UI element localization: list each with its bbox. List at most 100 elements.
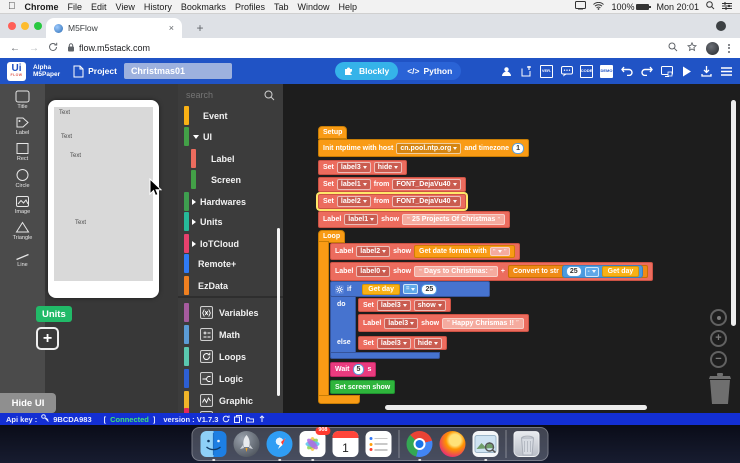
- block-label3-show[interactable]: Label label3 show “Happy Chrismas !!”: [358, 314, 529, 332]
- zoom-window-button[interactable]: [34, 22, 42, 30]
- menu-chrome[interactable]: Chrome: [25, 2, 59, 12]
- tool-circle[interactable]: Circle: [0, 165, 45, 192]
- menu-profiles[interactable]: Profiles: [235, 2, 265, 12]
- battery-indicator[interactable]: 100%: [611, 2, 649, 12]
- units-button[interactable]: Units: [36, 306, 72, 322]
- block-label1-show[interactable]: Label label1 show “25 Projects Of Christ…: [318, 211, 510, 228]
- tab-python[interactable]: </> Python: [398, 62, 461, 80]
- ntp-host-dropdown[interactable]: cn.pool.ntp.org: [396, 143, 461, 154]
- number-25[interactable]: 25: [421, 284, 437, 295]
- string-block[interactable]: “Days to Christmas:”: [414, 266, 498, 277]
- tool-title[interactable]: Title: [0, 87, 45, 113]
- device-label[interactable]: Text: [61, 134, 72, 140]
- apple-menu-icon[interactable]: : [8, 2, 16, 12]
- center-view-button[interactable]: [710, 309, 727, 326]
- tool-label[interactable]: Label: [0, 113, 45, 139]
- category-ui-screen[interactable]: Screen: [178, 170, 283, 189]
- visibility-dropdown[interactable]: hide: [414, 338, 442, 349]
- undo-icon[interactable]: [620, 65, 633, 78]
- block-label0-show[interactable]: Label label0 show “Days to Christmas:” +…: [330, 262, 653, 281]
- block-label2-show[interactable]: Label label2 show Get date format with “…: [330, 243, 520, 260]
- tab-close-icon[interactable]: ×: [169, 23, 174, 33]
- minimize-window-button[interactable]: [21, 22, 29, 30]
- share-icon[interactable]: [246, 415, 254, 423]
- category-ui[interactable]: UI: [178, 127, 283, 146]
- chrome-menu-icon[interactable]: [728, 44, 730, 53]
- zoom-out-button[interactable]: −: [710, 351, 727, 368]
- screen-mirroring-icon[interactable]: [575, 1, 586, 12]
- timezone-value[interactable]: 1: [512, 143, 524, 154]
- spotlight-icon[interactable]: [706, 1, 715, 12]
- project-name-input[interactable]: Christmas01: [124, 63, 232, 79]
- category-event[interactable]: Event: [178, 106, 283, 125]
- date-format-field[interactable]: “”: [490, 247, 510, 256]
- category-loops[interactable]: Loops: [178, 347, 283, 366]
- menu-tab[interactable]: Tab: [274, 2, 289, 12]
- reminders-icon[interactable]: [366, 431, 392, 457]
- gear-icon[interactable]: [335, 285, 344, 294]
- block-set-label3-hide2[interactable]: Set label3 hide: [358, 336, 447, 350]
- string-block[interactable]: “Happy Chrismas !!”: [442, 318, 524, 329]
- menubar-clock[interactable]: Mon 20:01: [656, 2, 699, 12]
- preview-dock-icon[interactable]: [473, 431, 499, 457]
- hamburger-menu-icon[interactable]: [720, 65, 733, 78]
- block-setup[interactable]: Setup: [318, 126, 347, 139]
- tool-rect[interactable]: Rect: [0, 139, 45, 165]
- code-view-icon[interactable]: CODE: [580, 65, 593, 78]
- tool-image[interactable]: Image: [0, 192, 45, 218]
- tool-triangle[interactable]: Triangle: [0, 218, 45, 244]
- back-icon[interactable]: ←: [10, 43, 20, 54]
- menu-window[interactable]: Window: [297, 2, 329, 12]
- photos-icon[interactable]: 908: [300, 431, 326, 457]
- hide-ui-button[interactable]: Hide UI: [0, 393, 56, 413]
- category-ezdata[interactable]: EzData: [178, 276, 283, 295]
- trash-icon[interactable]: [706, 372, 734, 411]
- project-button[interactable]: Project: [73, 65, 117, 78]
- device-screen[interactable]: Text Text Text Text: [54, 107, 153, 281]
- font-dropdown[interactable]: FONT_DejaVu40: [392, 179, 460, 190]
- run-icon[interactable]: [680, 65, 693, 78]
- category-remote[interactable]: Remote+: [178, 254, 283, 273]
- tool-line[interactable]: Line: [0, 250, 45, 271]
- font-dropdown[interactable]: FONT_DejaVu40: [392, 196, 460, 207]
- browser-tab[interactable]: M5Flow ×: [46, 18, 182, 38]
- menu-edit[interactable]: Edit: [91, 2, 107, 12]
- block-set-label3-show[interactable]: Set label3 show: [358, 298, 451, 312]
- horizontal-scrollbar[interactable]: [385, 405, 647, 410]
- menu-help[interactable]: Help: [338, 2, 357, 12]
- block-set-label2-font[interactable]: Set label2 from FONT_DejaVu40: [318, 194, 466, 209]
- upload-icon[interactable]: [258, 415, 266, 423]
- wait-seconds[interactable]: 5: [353, 364, 365, 375]
- block-get-day[interactable]: Get day: [602, 266, 640, 277]
- category-iotcloud[interactable]: IoTCloud: [178, 234, 283, 253]
- blockly-workspace[interactable]: Setup Init ntptime with host cn.pool.ntp…: [283, 84, 740, 413]
- var-dropdown[interactable]: label3: [377, 300, 411, 311]
- palette-search[interactable]: [178, 86, 283, 104]
- forward-icon[interactable]: →: [29, 43, 39, 54]
- redo-icon[interactable]: [640, 65, 653, 78]
- visibility-dropdown[interactable]: show: [414, 300, 446, 311]
- block-math-subtract[interactable]: 25 - Get day: [562, 265, 643, 278]
- category-logic[interactable]: Logic: [178, 369, 283, 388]
- version-icon[interactable]: VER.: [540, 65, 553, 78]
- var-dropdown[interactable]: label2: [337, 196, 371, 207]
- wifi-icon[interactable]: [593, 2, 604, 12]
- launchpad-icon[interactable]: [234, 431, 260, 457]
- string-block[interactable]: “25 Projects Of Christmas”: [402, 214, 505, 225]
- address-bar[interactable]: flow.m5stack.com: [67, 43, 659, 54]
- search-input[interactable]: [186, 90, 264, 100]
- var-dropdown[interactable]: label1: [337, 179, 371, 190]
- tab-blockly[interactable]: Blockly: [335, 62, 398, 80]
- close-window-button[interactable]: [8, 22, 16, 30]
- chrome-dock-icon[interactable]: [407, 431, 433, 457]
- category-variables[interactable]: Variables: [178, 303, 283, 322]
- category-units[interactable]: Units: [178, 212, 283, 231]
- vertical-scrollbar[interactable]: [731, 100, 736, 326]
- feedback-icon[interactable]: [560, 65, 573, 78]
- var-dropdown[interactable]: label0: [356, 266, 390, 277]
- block-if[interactable]: if Get day = 25: [330, 281, 490, 297]
- var-dropdown[interactable]: label3: [337, 162, 371, 173]
- firefox-dock-icon[interactable]: [440, 431, 466, 457]
- block-set-label3-hide[interactable]: Set label3 hide: [318, 160, 407, 175]
- block-convert-to-str[interactable]: Convert to str 25 - Get day: [508, 265, 648, 278]
